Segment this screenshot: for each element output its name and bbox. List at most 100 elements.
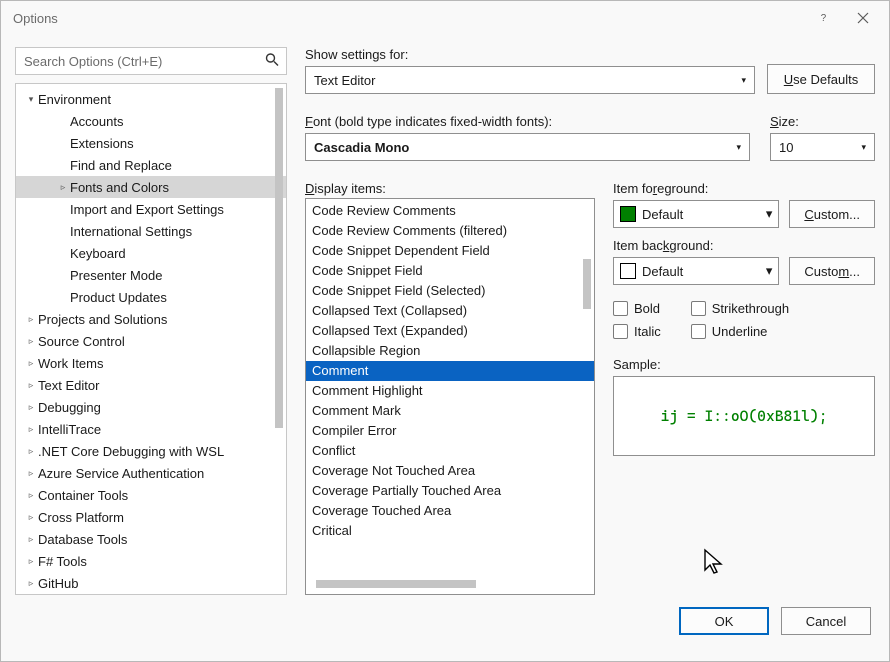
sample-preview: ij = I::oO(0xB81l);	[613, 376, 875, 456]
italic-checkbox[interactable]: Italic	[613, 324, 661, 339]
expander-closed-icon: ▹	[24, 424, 38, 435]
close-button[interactable]	[843, 3, 883, 33]
tree-item-label: F# Tools	[38, 554, 87, 569]
list-item[interactable]: Coverage Not Touched Area	[306, 461, 594, 481]
bold-checkbox[interactable]: Bold	[613, 301, 661, 316]
help-icon: ?	[817, 12, 829, 24]
tree-item-label: Azure Service Authentication	[38, 466, 204, 481]
display-items-listbox[interactable]: Code Review CommentsCode Review Comments…	[305, 198, 595, 595]
list-item[interactable]: Compiler Error	[306, 421, 594, 441]
listbox-hscrollbar[interactable]	[316, 580, 476, 594]
size-dropdown[interactable]: 10 ▾	[770, 133, 875, 161]
tree-item[interactable]: ▹Work Items	[16, 352, 286, 374]
tree-item[interactable]: Find and Replace	[16, 154, 286, 176]
list-item[interactable]: Code Snippet Field	[306, 261, 594, 281]
tree-item-label: Source Control	[38, 334, 125, 349]
list-item[interactable]: Comment	[306, 361, 594, 381]
tree-item[interactable]: ▹Container Tools	[16, 484, 286, 506]
tree-item-label: Projects and Solutions	[38, 312, 167, 327]
tree-item[interactable]: ▹Azure Service Authentication	[16, 462, 286, 484]
expander-closed-icon: ▹	[24, 490, 38, 501]
tree-item[interactable]: ▹IntelliTrace	[16, 418, 286, 440]
background-swatch	[620, 263, 636, 279]
item-background-dropdown[interactable]: Default ▾	[613, 257, 779, 285]
tree-item[interactable]: Keyboard	[16, 242, 286, 264]
cancel-button[interactable]: Cancel	[781, 607, 871, 635]
title-bar: Options ?	[1, 1, 889, 35]
tree-item[interactable]: Presenter Mode	[16, 264, 286, 286]
list-item[interactable]: Coverage Partially Touched Area	[306, 481, 594, 501]
tree-item-label: Cross Platform	[38, 510, 124, 525]
tree-item[interactable]: ▹.NET Core Debugging with WSL	[16, 440, 286, 462]
item-foreground-dropdown[interactable]: Default ▾	[613, 200, 779, 228]
list-item[interactable]: Comment Mark	[306, 401, 594, 421]
font-dropdown[interactable]: Cascadia Mono ▾	[305, 133, 750, 161]
show-settings-dropdown[interactable]: Text Editor ▾	[305, 66, 755, 94]
expander-closed-icon: ▹	[24, 468, 38, 479]
chevron-down-icon: ▾	[861, 142, 866, 153]
tree-item[interactable]: Extensions	[16, 132, 286, 154]
tree-item[interactable]: ▾Environment	[16, 88, 286, 110]
tree-item[interactable]: Import and Export Settings	[16, 198, 286, 220]
list-item[interactable]: Collapsed Text (Collapsed)	[306, 301, 594, 321]
tree-item-label: Find and Replace	[70, 158, 172, 173]
tree-item[interactable]: Product Updates	[16, 286, 286, 308]
tree-item-label: Text Editor	[38, 378, 99, 393]
tree-item-label: IntelliTrace	[38, 422, 101, 437]
tree-item-label: International Settings	[70, 224, 192, 239]
expander-closed-icon: ▹	[24, 512, 38, 523]
list-item[interactable]: Comment Highlight	[306, 381, 594, 401]
tree-item-label: Fonts and Colors	[70, 180, 169, 195]
use-defaults-button[interactable]: Use Defaults	[767, 64, 875, 94]
list-item[interactable]: Code Review Comments (filtered)	[306, 221, 594, 241]
expander-closed-icon: ▹	[24, 578, 38, 589]
chevron-down-icon: ▾	[766, 263, 773, 279]
tree-item[interactable]: ▹Text Editor	[16, 374, 286, 396]
options-tree[interactable]: ▾EnvironmentAccountsExtensions Find and R…	[15, 83, 287, 595]
tree-scrollbar[interactable]	[272, 88, 286, 428]
tree-item[interactable]: ▹Source Control	[16, 330, 286, 352]
tree-item[interactable]: ▹F# Tools	[16, 550, 286, 572]
list-item[interactable]: Code Review Comments	[306, 201, 594, 221]
list-item[interactable]: Collapsible Region	[306, 341, 594, 361]
tree-item[interactable]: ▹Projects and Solutions	[16, 308, 286, 330]
ok-button[interactable]: OK	[679, 607, 769, 635]
list-item[interactable]: Conflict	[306, 441, 594, 461]
tree-item[interactable]: Accounts	[16, 110, 286, 132]
strikethrough-checkbox[interactable]: Strikethrough	[691, 301, 789, 316]
tree-item-label: Debugging	[38, 400, 101, 415]
custom-foreground-button[interactable]: Custom...	[789, 200, 875, 228]
tree-item[interactable]: ▹Database Tools	[16, 528, 286, 550]
list-item[interactable]: Collapsed Text (Expanded)	[306, 321, 594, 341]
underline-checkbox[interactable]: Underline	[691, 324, 789, 339]
chevron-down-icon: ▾	[736, 142, 741, 153]
tree-item[interactable]: ▹GitHub	[16, 572, 286, 594]
tree-item[interactable]: International Settings	[16, 220, 286, 242]
expander-open-icon: ▾	[24, 94, 38, 105]
listbox-vscrollbar[interactable]	[580, 259, 594, 309]
list-item[interactable]: Code Snippet Dependent Field	[306, 241, 594, 261]
expander-closed-icon: ▹	[56, 182, 70, 193]
list-item[interactable]: Critical	[306, 521, 594, 541]
expander-closed-icon: ▹	[24, 534, 38, 545]
tree-item-label: Container Tools	[38, 488, 128, 503]
dialog-footer: OK Cancel	[1, 595, 889, 647]
tree-item[interactable]: ▹Cross Platform	[16, 506, 286, 528]
custom-background-button[interactable]: Custom...	[789, 257, 875, 285]
tree-item[interactable]: ▹Fonts and Colors	[16, 176, 286, 198]
list-item[interactable]: Coverage Touched Area	[306, 501, 594, 521]
close-icon	[857, 12, 869, 24]
display-items-label: Display items:	[305, 181, 595, 196]
tree-item-label: .NET Core Debugging with WSL	[38, 444, 224, 459]
expander-closed-icon: ▹	[24, 556, 38, 567]
search-input[interactable]	[15, 47, 287, 75]
tree-item-label: Presenter Mode	[70, 268, 163, 283]
font-label: Font (bold type indicates fixed-width fo…	[305, 114, 750, 129]
item-background-label: Item background:	[613, 238, 875, 253]
help-button[interactable]: ?	[803, 3, 843, 33]
sample-text: ij = I::oO(0xB81l);	[661, 407, 828, 425]
tree-item[interactable]: ▹Debugging	[16, 396, 286, 418]
window-title: Options	[13, 11, 803, 26]
item-foreground-label: Item foreground:	[613, 181, 875, 196]
list-item[interactable]: Code Snippet Field (Selected)	[306, 281, 594, 301]
